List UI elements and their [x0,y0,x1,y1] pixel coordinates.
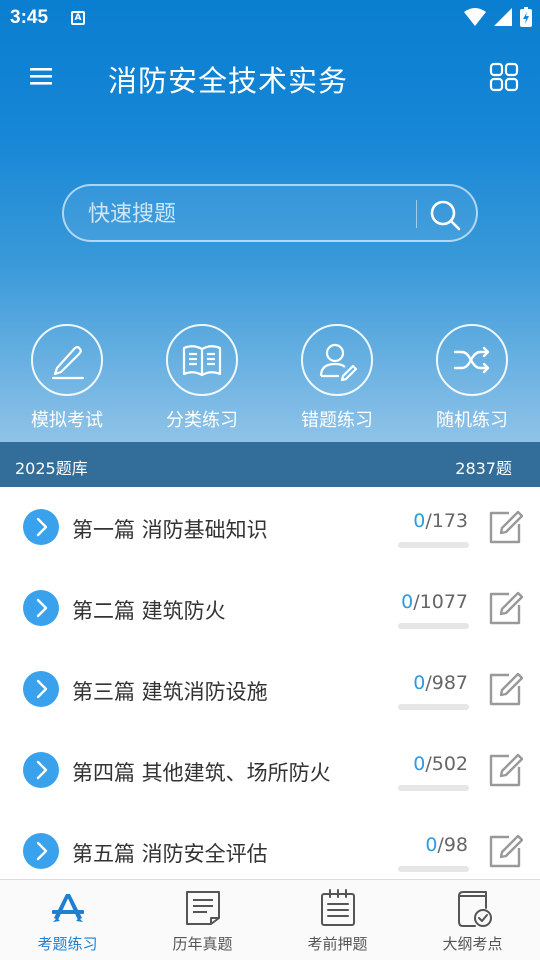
document-icon [186,891,220,925]
search-button[interactable] [428,198,462,232]
battery-icon [520,7,532,27]
quick-label: 分类练习 [166,410,238,431]
signal-icon [494,8,512,26]
progress-track [398,866,469,872]
list-item[interactable]: 第一篇 消防基础知识 0/173 [0,487,540,568]
edit-icon [489,591,524,625]
menu-button[interactable] [28,64,56,88]
tab-predicted-questions[interactable]: 考前押题 [270,880,405,960]
grid-icon [489,62,519,92]
edit-icon [489,672,524,706]
bank-name: 2025题库 [15,459,88,478]
chapter-title: 第五篇 消防安全评估 [72,842,268,866]
quick-category-practice[interactable]: 分类练习 [164,324,240,434]
edit-icon [489,834,524,868]
bottom-tab-bar: 考题练习 历年真题 考前押题 大纲考点 [0,879,540,960]
shuffle-icon [453,346,490,374]
edit-button[interactable] [487,833,524,869]
tab-label: 大纲考点 [442,935,503,953]
edit-icon [489,510,524,544]
wifi-icon [464,8,486,26]
list-item[interactable]: 第五篇 消防安全评估 0/98 [0,811,540,879]
tab-outline-points[interactable]: 大纲考点 [405,880,540,960]
page-title: 消防安全技术实务 [108,64,349,98]
list-item[interactable]: 第四篇 其他建筑、场所防火 0/502 [0,730,540,811]
progress-track [398,623,469,629]
search-bar [62,184,478,242]
book-icon [182,345,222,377]
chapter-title: 第二篇 建筑防火 [72,599,226,623]
search-divider [416,200,417,228]
search-input[interactable] [88,198,388,230]
chapter-progress: 0/173 [413,510,468,532]
chapter-title: 第三篇 建筑消防设施 [72,680,268,704]
app-store-icon [52,894,84,922]
app-bar: 消防安全技术实务 [0,44,540,108]
edit-button[interactable] [487,671,524,707]
chevron-right-icon [23,671,59,707]
search-icon [430,200,461,231]
outline-check-icon [458,891,492,927]
chapter-title: 第一篇 消防基础知识 [72,518,268,542]
progress-track [398,542,469,548]
quick-wrong-practice[interactable]: 错题练习 [299,324,375,434]
quick-label: 模拟考试 [31,410,103,431]
quick-label: 错题练习 [301,410,373,431]
chapter-list: 第一篇 消防基础知识 0/173 第二篇 建筑防火 0/1077 第三篇 建筑消… [0,487,540,879]
quick-random-practice[interactable]: 随机练习 [434,324,510,434]
pen-icon [51,346,85,380]
tab-label: 考前押题 [307,935,368,953]
chevron-right-icon [23,752,59,788]
tab-past-exams[interactable]: 历年真题 [135,880,270,960]
chapter-progress: 0/1077 [401,591,468,613]
edit-icon [489,753,524,787]
grid-button[interactable] [489,62,519,92]
list-item[interactable]: 第三篇 建筑消防设施 0/987 [0,649,540,730]
quick-mock-exam[interactable]: 模拟考试 [29,324,105,434]
chapter-progress: 0/98 [425,834,468,856]
question-bank-bar[interactable]: 2025题库 2837题 [0,442,540,487]
chapter-title: 第四篇 其他建筑、场所防火 [72,761,331,785]
quick-label: 随机练习 [436,410,508,431]
edit-button[interactable] [487,752,524,788]
status-bar: 3:45 A [0,0,540,36]
tab-label: 考题练习 [37,935,98,953]
chapter-progress: 0/987 [413,672,468,694]
edit-button[interactable] [487,590,524,626]
chevron-right-icon [23,509,59,545]
edit-button[interactable] [487,509,524,545]
chapter-progress: 0/502 [413,753,468,775]
bank-count: 2837题 [455,459,512,478]
a-icon: A [71,11,85,25]
progress-track [398,785,469,791]
notepad-icon [321,889,355,926]
tab-practice[interactable]: 考题练习 [0,880,135,960]
chevron-right-icon [23,833,59,869]
chevron-right-icon [23,590,59,626]
user-edit-icon [319,343,358,382]
list-item[interactable]: 第二篇 建筑防火 0/1077 [0,568,540,649]
tab-label: 历年真题 [172,935,233,953]
progress-track [398,704,469,710]
menu-icon [30,68,52,85]
status-time: 3:45 [10,7,49,28]
